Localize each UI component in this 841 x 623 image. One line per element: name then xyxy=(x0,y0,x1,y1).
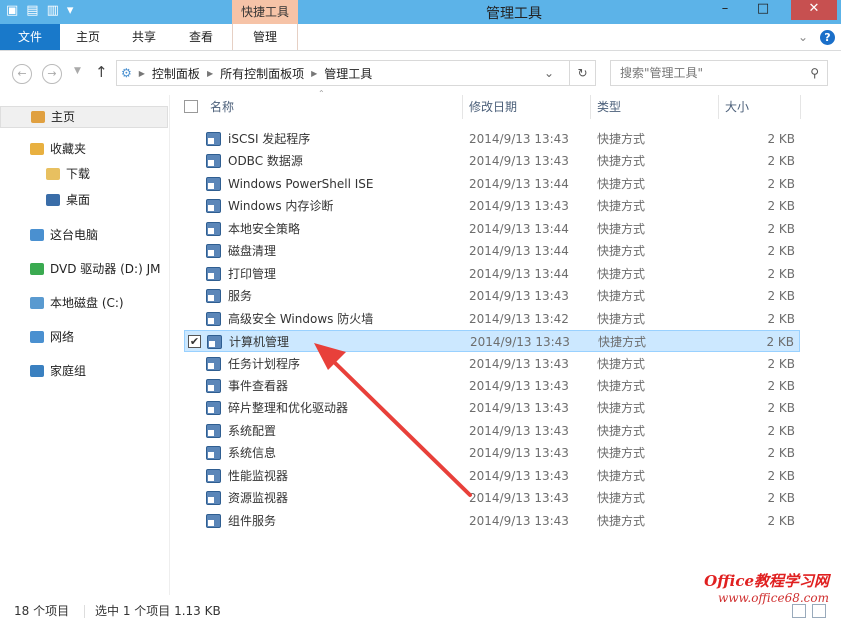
watermark: Office教程学习网 www.office68.com xyxy=(704,570,829,605)
annotation-arrow xyxy=(314,343,472,497)
selection-info: 选中 1 个项目 1.13 KB xyxy=(95,604,221,618)
watermark-title: Office教程学习网 xyxy=(704,572,829,590)
details-view-button[interactable] xyxy=(792,604,806,618)
watermark-url: www.office68.com xyxy=(718,591,829,605)
item-count: 18 个项目 xyxy=(14,604,70,618)
large-icons-view-button[interactable] xyxy=(812,604,826,618)
